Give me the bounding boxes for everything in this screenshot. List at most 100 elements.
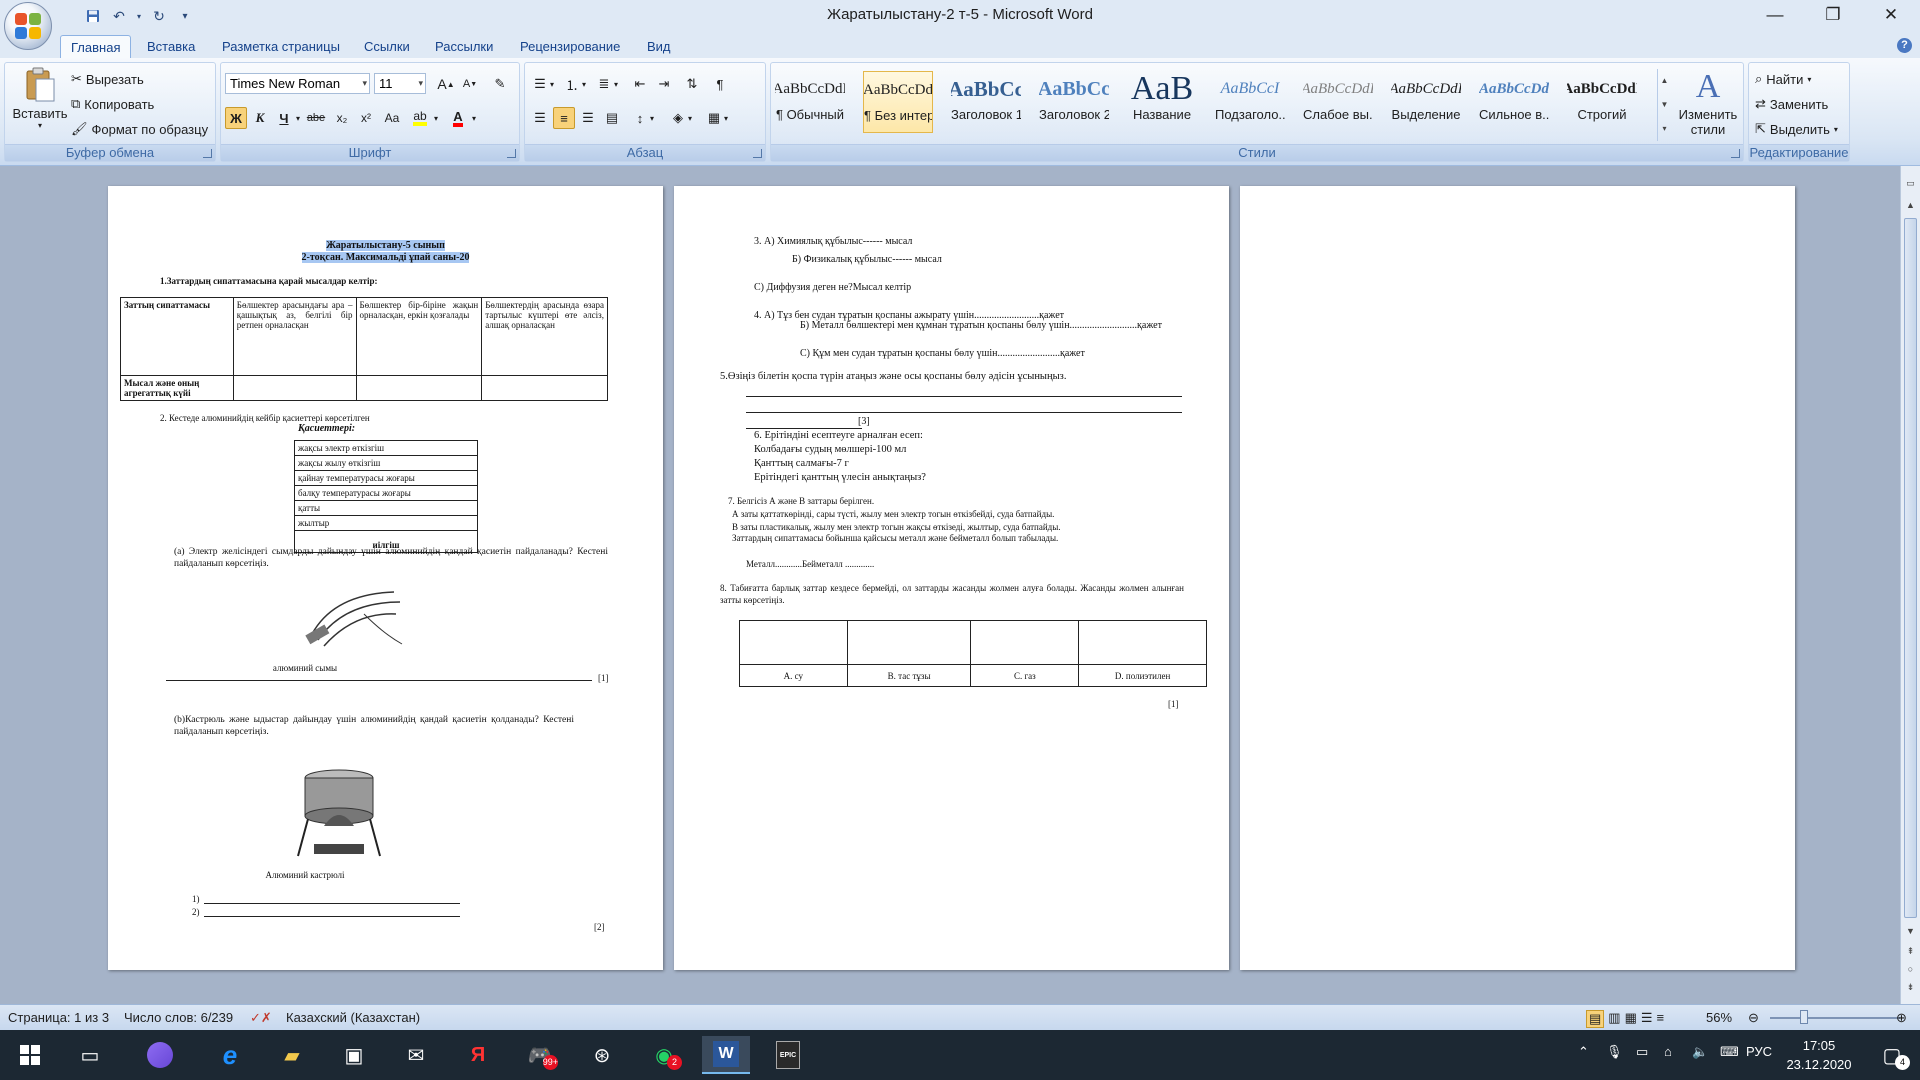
keyboard-lang-icon[interactable]: ⌨ bbox=[1720, 1044, 1739, 1060]
zoom-slider[interactable] bbox=[1770, 1017, 1900, 1019]
shrink-font-button[interactable]: A ▼ bbox=[459, 73, 481, 95]
outline-icon[interactable]: ☰ bbox=[1641, 1010, 1653, 1028]
print-layout-icon[interactable]: ▤ bbox=[1586, 1010, 1605, 1028]
strikethrough-button[interactable]: abe bbox=[305, 107, 327, 129]
table-cell[interactable] bbox=[232, 375, 357, 401]
grow-font-button[interactable]: A ▲ bbox=[435, 73, 457, 95]
select-button[interactable]: ⇱ Выделить ▾ bbox=[1755, 121, 1838, 137]
paragraph-launcher-icon[interactable] bbox=[753, 149, 762, 158]
chevron-down-icon[interactable]: ▾ bbox=[685, 107, 695, 129]
browse-object-icon[interactable]: ○ bbox=[1903, 962, 1918, 977]
spelling-check-icon[interactable]: ✓✗ bbox=[250, 1010, 272, 1026]
table-cell[interactable] bbox=[846, 620, 972, 665]
subscript-button[interactable]: x₂ bbox=[331, 107, 353, 129]
italic-button[interactable]: К bbox=[249, 107, 271, 129]
paste-button[interactable]: Вставить ▾ bbox=[11, 67, 69, 130]
restore-button[interactable]: ❐ bbox=[1804, 0, 1862, 30]
styles-scroll[interactable]: ▲ ▼ ▾ bbox=[1657, 69, 1671, 141]
sort-icon[interactable]: ⇅ bbox=[681, 73, 703, 95]
answer-line[interactable] bbox=[204, 903, 460, 904]
tab-view[interactable]: Вид bbox=[647, 35, 671, 58]
chevron-down-icon[interactable]: ▾ bbox=[611, 73, 621, 95]
style-heading-1[interactable]: AaBbCc Заголовок 1 bbox=[951, 71, 1021, 133]
style-intense-emphasis[interactable]: AaBbCcDd Сильное в... bbox=[1479, 71, 1549, 133]
tab-page-layout[interactable]: Разметка страницы bbox=[222, 35, 340, 58]
page-3[interactable] bbox=[1240, 186, 1795, 970]
table-cell[interactable] bbox=[1078, 620, 1207, 665]
chevron-down-icon[interactable]: ▾ bbox=[647, 107, 657, 129]
table-cell[interactable] bbox=[739, 620, 848, 665]
tab-references[interactable]: Ссылки bbox=[364, 35, 410, 58]
web-layout-icon[interactable]: ▦ bbox=[1625, 1010, 1637, 1028]
find-button[interactable]: ⌕ Найти ▾ bbox=[1755, 71, 1811, 87]
change-case-button[interactable]: Aa bbox=[381, 107, 403, 129]
chevron-down-icon[interactable]: ▾ bbox=[721, 107, 731, 129]
word-icon[interactable]: W bbox=[702, 1036, 750, 1074]
answer-line[interactable] bbox=[746, 396, 1182, 397]
full-screen-reading-icon[interactable]: ▥ bbox=[1608, 1010, 1620, 1028]
zoom-slider-thumb[interactable] bbox=[1800, 1010, 1808, 1024]
mail-icon[interactable]: ✉ bbox=[392, 1036, 440, 1074]
action-center-icon[interactable]: ▢ 4 bbox=[1868, 1036, 1916, 1074]
style-strong[interactable]: AaBbCcDdIСтрогий bbox=[1567, 71, 1637, 133]
change-styles-button[interactable]: A Изменить стили bbox=[1675, 67, 1741, 137]
office-button[interactable] bbox=[4, 2, 52, 50]
table-cell[interactable] bbox=[481, 375, 608, 401]
answer-line[interactable] bbox=[746, 428, 862, 429]
style-normal[interactable]: AaBbCcDdI ¶ Обычный bbox=[775, 71, 845, 133]
justify-icon[interactable]: ▤ bbox=[601, 107, 623, 129]
cut-button[interactable]: ✂ Вырезать bbox=[71, 71, 144, 87]
tab-review[interactable]: Рецензирование bbox=[520, 35, 620, 58]
steam-icon[interactable]: ⊛ bbox=[578, 1036, 626, 1074]
page-indicator[interactable]: Страница: 1 из 3 bbox=[8, 1010, 109, 1025]
font-size-select[interactable]: 11 ▾ bbox=[374, 73, 426, 94]
scroll-thumb[interactable] bbox=[1904, 218, 1917, 918]
table-cell[interactable] bbox=[355, 375, 483, 401]
cortana-icon[interactable] bbox=[136, 1036, 184, 1074]
language-switch[interactable]: РУС bbox=[1746, 1044, 1772, 1059]
tab-mailings[interactable]: Рассылки bbox=[435, 35, 493, 58]
ruler-toggle-icon[interactable]: ▭ bbox=[1903, 176, 1918, 191]
task-view-icon[interactable]: ▭ bbox=[66, 1036, 114, 1074]
help-icon[interactable]: ? bbox=[1897, 38, 1912, 53]
replace-button[interactable]: ⇄ Заменить bbox=[1755, 96, 1828, 112]
styles-launcher-icon[interactable] bbox=[1731, 149, 1740, 158]
battery-icon[interactable]: ▭ bbox=[1636, 1044, 1648, 1060]
style-title[interactable]: AaB Название bbox=[1127, 71, 1197, 133]
table-cell[interactable] bbox=[970, 620, 1080, 665]
close-button[interactable]: ✕ bbox=[1862, 0, 1920, 30]
align-left-icon[interactable]: ☰ bbox=[529, 107, 551, 129]
style-heading-2[interactable]: AaBbCc Заголовок 2 bbox=[1039, 71, 1109, 133]
file-explorer-icon[interactable]: ▰ bbox=[268, 1036, 316, 1074]
font-family-select[interactable]: Times New Roman ▾ bbox=[225, 73, 370, 94]
font-color-button[interactable]: A bbox=[447, 107, 469, 129]
windows-start-icon[interactable] bbox=[6, 1036, 54, 1074]
language-indicator[interactable]: Казахский (Казахстан) bbox=[286, 1010, 420, 1025]
superscript-button[interactable]: x² bbox=[355, 107, 377, 129]
prev-page-icon[interactable]: ⇞ bbox=[1903, 944, 1918, 959]
microphone-icon[interactable]: 🎙 bbox=[1606, 1044, 1623, 1060]
scroll-down-icon[interactable]: ▼ bbox=[1903, 924, 1918, 939]
chevron-down-icon[interactable]: ▾ bbox=[579, 73, 589, 95]
tab-insert[interactable]: Вставка bbox=[147, 35, 195, 58]
store-icon[interactable]: ▣ bbox=[330, 1036, 378, 1074]
style-subtitle[interactable]: AaBbCcI Подзаголо... bbox=[1215, 71, 1285, 133]
volume-icon[interactable]: 🔈 bbox=[1692, 1044, 1708, 1060]
pilcrow-icon[interactable]: ¶ bbox=[709, 73, 731, 95]
edge-icon[interactable]: e bbox=[206, 1036, 254, 1074]
chevron-down-icon[interactable]: ▾ bbox=[547, 73, 557, 95]
increase-indent-icon[interactable]: ⇥ bbox=[653, 73, 675, 95]
vertical-scrollbar[interactable]: ▭ ▲ ▼ ⇞ ○ ⇟ bbox=[1900, 166, 1920, 1004]
yandex-icon[interactable]: Я bbox=[454, 1036, 502, 1074]
align-right-icon[interactable]: ☰ bbox=[577, 107, 599, 129]
chevron-down-icon[interactable]: ▾ bbox=[469, 107, 479, 129]
bold-button[interactable]: Ж bbox=[225, 107, 247, 129]
answer-line[interactable] bbox=[746, 412, 1182, 413]
network-icon[interactable]: ⌂ bbox=[1664, 1044, 1672, 1059]
style-subtle-emphasis[interactable]: AaBbCcDdI Слабое вы... bbox=[1303, 71, 1373, 133]
chevron-down-icon[interactable]: ▾ bbox=[431, 107, 441, 129]
answer-line[interactable] bbox=[166, 680, 592, 681]
draft-icon[interactable]: ≡ bbox=[1657, 1010, 1665, 1028]
chevron-down-icon[interactable]: ▾ bbox=[293, 107, 303, 129]
page-2[interactable]: 3. А) Химиялық құбылыс------ мысал Б) Фи… bbox=[674, 186, 1229, 970]
